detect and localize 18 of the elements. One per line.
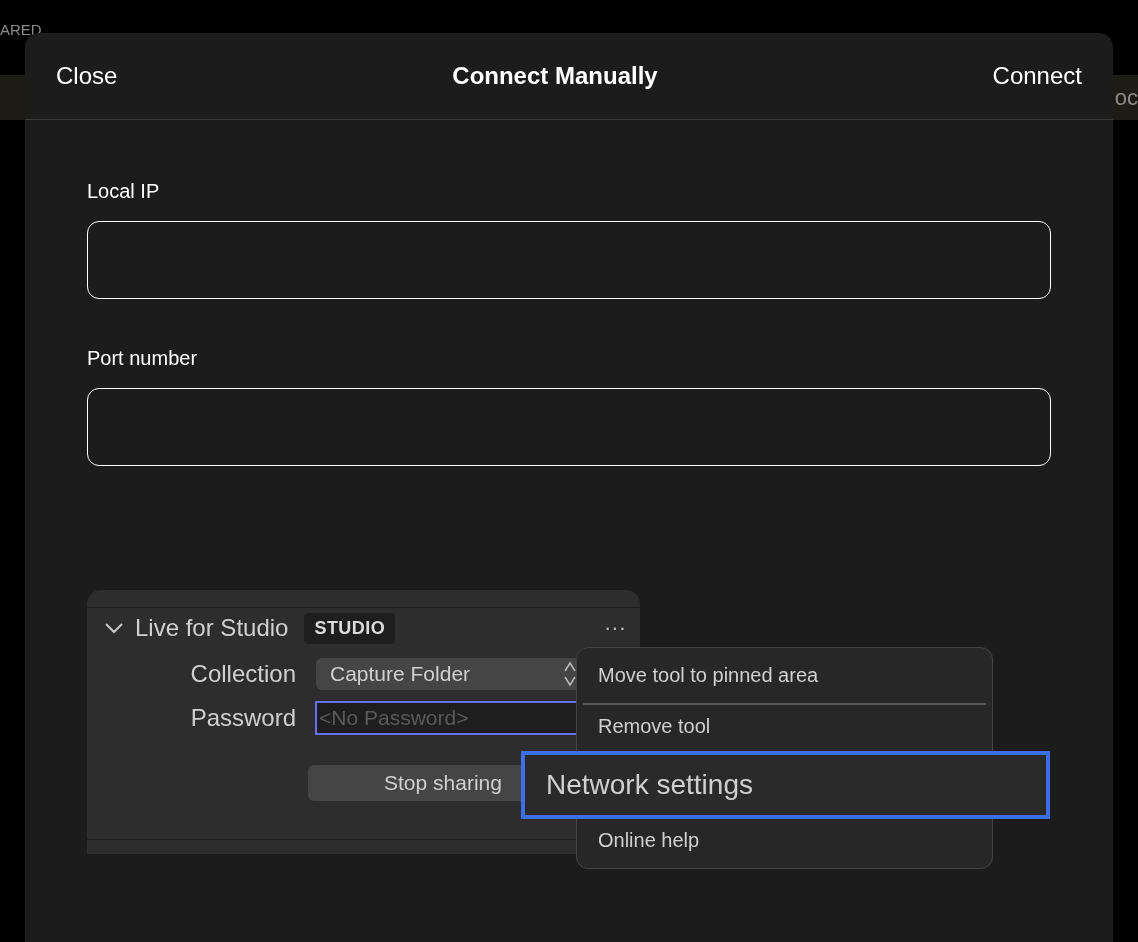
menu-item[interactable]: Network settings	[521, 751, 1050, 819]
background-heading: ARED	[0, 22, 42, 37]
toolbar-text: oc	[1114, 84, 1138, 112]
input-field[interactable]	[87, 388, 1051, 466]
connect-button[interactable]: Connect	[992, 58, 1082, 94]
menu-item[interactable]: Online help	[577, 823, 992, 857]
chevron-down-icon[interactable]	[105, 622, 123, 634]
field-label: Port number	[87, 348, 199, 368]
tool-title: Live for Studio	[135, 613, 289, 643]
close-button[interactable]: Close	[56, 58, 118, 94]
studio-badge: STUDIO	[304, 612, 396, 644]
row-label: Collection	[189, 659, 296, 689]
more-button[interactable]: ···	[604, 617, 626, 639]
field-label: Local IP	[87, 181, 161, 201]
input-field[interactable]	[87, 221, 1051, 299]
row-label: Password	[189, 703, 296, 733]
up-down-chevron-icon	[564, 661, 576, 687]
dialog-title: Connect Manually	[452, 61, 658, 91]
